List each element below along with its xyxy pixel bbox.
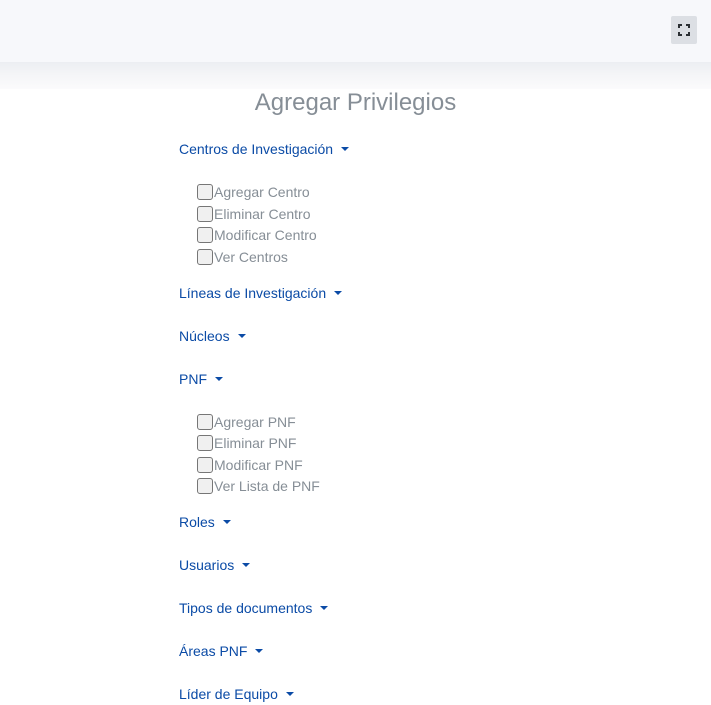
checkbox-label: Eliminar PNF (214, 435, 297, 451)
caret-down-icon (242, 563, 251, 567)
dropdown-nucleos[interactable]: Núcleos (179, 328, 246, 344)
caret-down-icon (255, 649, 264, 653)
checkbox-option[interactable]: Modificar PNF (197, 457, 303, 473)
checkbox-option[interactable]: Eliminar PNF (197, 435, 296, 451)
checkbox[interactable] (197, 478, 213, 494)
checkbox-option[interactable]: Eliminar Centro (197, 206, 310, 222)
caret-down-icon (215, 377, 223, 381)
caret-down-icon (285, 692, 294, 696)
checkbox-label: Ver Lista de PNF (214, 478, 320, 494)
checkbox-label: Eliminar Centro (214, 206, 311, 222)
checkbox-option[interactable]: Ver Centros (197, 249, 288, 265)
caret-down-icon (237, 334, 246, 338)
checkbox-label: Modificar PNF (214, 457, 303, 473)
fullscreen-button[interactable] (671, 16, 697, 44)
dropdown-lider-equipo[interactable]: Líder de Equipo (179, 686, 294, 702)
dropdown-label: Áreas PNF (179, 643, 248, 659)
dropdown-label: Centros de Investigación (179, 141, 334, 157)
dropdown-label: Tipos de documentos (179, 600, 313, 616)
checkbox[interactable] (197, 414, 213, 430)
dropdown-label: Usuarios (179, 557, 235, 573)
caret-down-icon (334, 291, 343, 295)
dropdown-areas-pnf[interactable]: Áreas PNF (179, 643, 264, 659)
dropdown-usuarios[interactable]: Usuarios (179, 557, 251, 573)
caret-down-icon (222, 520, 231, 524)
checkbox[interactable] (197, 184, 213, 200)
caret-down-icon (320, 606, 329, 610)
dropdown-roles[interactable]: Roles (179, 514, 231, 530)
checkbox-label: Agregar PNF (214, 414, 296, 430)
checkbox-label: Ver Centros (214, 249, 288, 265)
checkbox[interactable] (197, 206, 213, 222)
dropdown-label: Núcleos (179, 328, 230, 344)
dropdown-label: PNF (179, 371, 207, 387)
checkbox[interactable] (197, 435, 213, 451)
navbar-shadow (0, 62, 711, 89)
dropdown-label: Roles (179, 514, 215, 530)
checkbox[interactable] (197, 227, 213, 243)
caret-down-icon (341, 147, 350, 151)
checkbox-option[interactable]: Agregar PNF (197, 414, 296, 430)
checkbox-label: Modificar Centro (214, 227, 317, 243)
page-title: Agregar Privilegios (254, 89, 457, 116)
dropdown-centros-investigacion[interactable]: Centros de Investigación (179, 141, 350, 157)
checkbox-option[interactable]: Agregar Centro (197, 184, 310, 200)
checkbox[interactable] (197, 249, 213, 265)
dropdown-lineas-investigacion[interactable]: Líneas de Investigación (179, 285, 343, 301)
dropdown-pnf[interactable]: PNF (179, 371, 223, 387)
fullscreen-icon (678, 24, 690, 36)
dropdown-tipos-documentos[interactable]: Tipos de documentos (179, 600, 329, 616)
dropdown-label: Líneas de Investigación (179, 285, 327, 301)
checkbox-label: Agregar Centro (214, 184, 310, 200)
checkbox-option[interactable]: Ver Lista de PNF (197, 478, 320, 494)
checkbox-option[interactable]: Modificar Centro (197, 227, 317, 243)
top-navbar (0, 0, 711, 62)
checkbox[interactable] (197, 457, 213, 473)
dropdown-label: Líder de Equipo (179, 686, 278, 702)
